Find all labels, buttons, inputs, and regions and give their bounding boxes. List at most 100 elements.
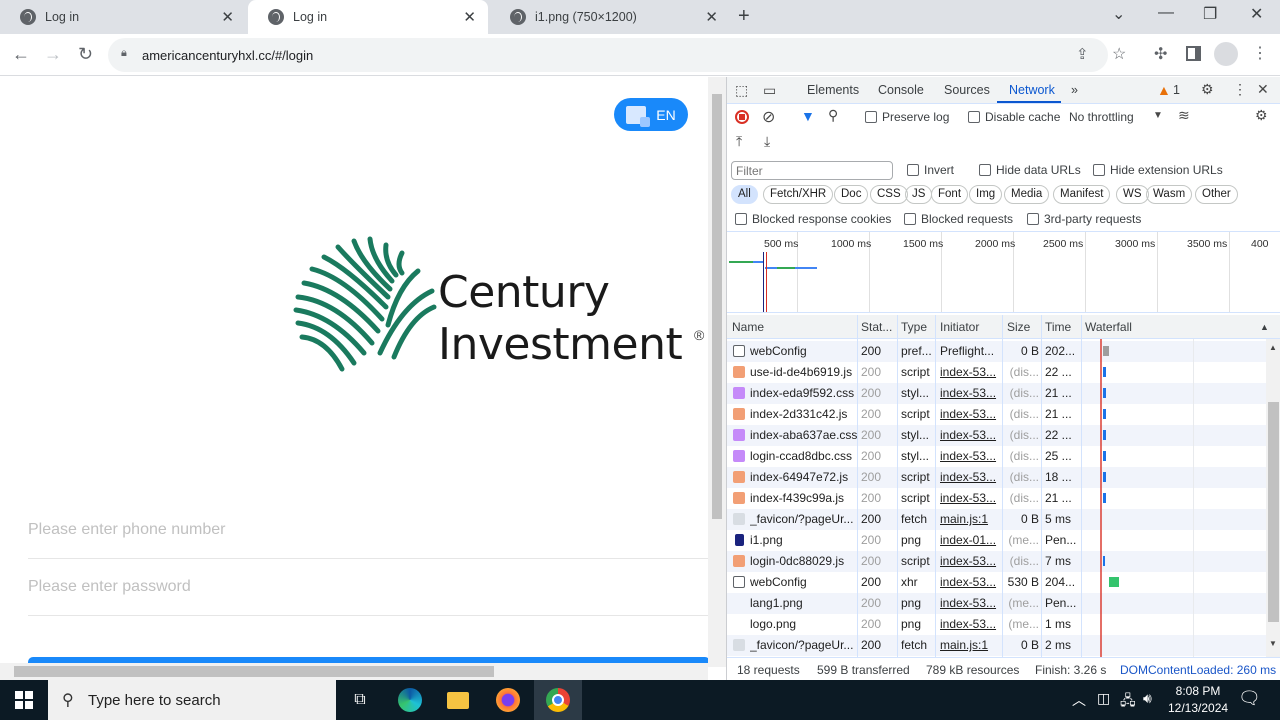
- chip-img[interactable]: Img: [969, 185, 1003, 204]
- hide-extension-urls-checkbox[interactable]: Hide extension URLs: [1093, 163, 1223, 177]
- close-tab-icon[interactable]: ✕: [705, 8, 718, 26]
- chrome-app[interactable]: [534, 680, 582, 720]
- task-view-button[interactable]: ⧉: [336, 680, 384, 720]
- forward-button[interactable]: →: [44, 44, 62, 65]
- network-row[interactable]: logo.png 200 png index-53... (me... 1 ms: [727, 614, 1267, 635]
- network-row[interactable]: webConfig 200 xhr index-53... 530 B 204...: [727, 572, 1267, 593]
- new-tab-button[interactable]: +: [738, 5, 750, 28]
- chip-doc[interactable]: Doc: [834, 185, 869, 204]
- export-har-icon[interactable]: ⤓: [764, 133, 770, 150]
- phone-input[interactable]: [28, 502, 710, 558]
- cell-initiator[interactable]: main.js:1: [940, 638, 1000, 652]
- clock[interactable]: 8:08 PM 12/13/2024: [1168, 683, 1228, 717]
- clear-icon[interactable]: ⊘: [762, 107, 775, 127]
- network-row[interactable]: use-id-de4b6919.js 200 script index-53... (d…: [727, 362, 1267, 383]
- network-row[interactable]: webConfig 200 pref... Preflight... 0 B 202...: [727, 341, 1267, 362]
- hide-data-urls-checkbox[interactable]: Hide data URLs: [979, 163, 1081, 177]
- restore-button[interactable]: ❐: [1203, 4, 1217, 24]
- chip-ws[interactable]: WS: [1116, 185, 1149, 204]
- network-row[interactable]: _favicon/?pageUr... 200 fetch main.js:1 0 B 2…: [727, 635, 1267, 656]
- network-row[interactable]: index-aba637ae.css 200 styl... index-53... (…: [727, 425, 1267, 446]
- tab-network[interactable]: Network: [1009, 83, 1055, 97]
- password-input[interactable]: [28, 559, 710, 615]
- network-row[interactable]: login-0dc88029.js 200 script index-53... (di…: [727, 551, 1267, 572]
- scroll-thumb[interactable]: [1268, 402, 1279, 622]
- third-party-requests-checkbox[interactable]: 3rd-party requests: [1027, 212, 1141, 226]
- tab-elements[interactable]: Elements: [807, 83, 859, 97]
- tab-login-1[interactable]: Log in ✕: [0, 0, 246, 34]
- page-vertical-scroll-thumb[interactable]: [712, 94, 722, 519]
- device-toolbar-icon[interactable]: ▭: [763, 82, 776, 99]
- bookmark-star-icon[interactable]: ☆: [1112, 44, 1126, 64]
- chip-js[interactable]: JS: [905, 185, 933, 204]
- more-tabs-button[interactable]: »: [1071, 83, 1078, 97]
- profile-avatar[interactable]: [1214, 42, 1238, 66]
- column-time[interactable]: Time: [1045, 320, 1071, 334]
- extensions-icon[interactable]: ✣: [1154, 44, 1167, 64]
- url-text[interactable]: americancenturyhxl.cc/#/login: [142, 48, 313, 63]
- cell-initiator[interactable]: index-53...: [940, 386, 1000, 400]
- close-tab-icon[interactable]: ✕: [463, 8, 476, 26]
- tab-sources[interactable]: Sources: [944, 83, 990, 97]
- network-row[interactable]: i1.png 200 png index-01... (me... Pen...: [727, 530, 1267, 551]
- network-table-scrollbar[interactable]: ▲ ▼: [1266, 339, 1280, 657]
- language-button[interactable]: EN: [614, 98, 688, 131]
- tray-overflow-icon[interactable]: ︿: [1072, 690, 1086, 710]
- close-devtools-icon[interactable]: ✕: [1257, 81, 1269, 98]
- cell-initiator[interactable]: index-53...: [940, 365, 1000, 379]
- chip-font[interactable]: Font: [931, 185, 969, 204]
- close-window-button[interactable]: ✕: [1250, 4, 1263, 24]
- network-row[interactable]: index-64947e72.js 200 script index-53... (di…: [727, 467, 1267, 488]
- tab-console[interactable]: Console: [878, 83, 924, 97]
- cell-initiator[interactable]: index-01...: [940, 533, 1000, 547]
- page-horizontal-scroll-thumb[interactable]: [14, 666, 494, 677]
- start-button[interactable]: [0, 680, 48, 720]
- scroll-up-icon[interactable]: ▲: [1269, 343, 1277, 352]
- filter-input[interactable]: [731, 161, 893, 180]
- record-button[interactable]: [735, 110, 749, 124]
- chip-fetch-xhr[interactable]: Fetch/XHR: [763, 185, 834, 204]
- warning-icon[interactable]: ▲: [1157, 82, 1171, 98]
- chip-wasm[interactable]: Wasm: [1146, 185, 1193, 204]
- devtools-menu-icon[interactable]: ⋮: [1233, 81, 1247, 98]
- throttling-select[interactable]: No throttling: [1069, 110, 1134, 124]
- meet-now-icon[interactable]: ◫: [1097, 690, 1110, 707]
- network-overview[interactable]: 500 ms 1000 ms 1500 ms 2000 ms 2500 ms 3…: [727, 231, 1280, 313]
- network-row[interactable]: index-eda9f592.css 200 styl... index-53... (…: [727, 383, 1267, 404]
- cell-initiator[interactable]: index-53...: [940, 617, 1000, 631]
- chip-other[interactable]: Other: [1195, 185, 1238, 204]
- network-row[interactable]: index-f439c99a.js 200 script index-53... (di…: [727, 488, 1267, 509]
- network-icon[interactable]: 🖧︎: [1120, 690, 1136, 714]
- disable-cache-checkbox[interactable]: Disable cache: [968, 110, 1060, 124]
- network-row[interactable]: lang1.png 200 png index-53... (me... Pen...: [727, 593, 1267, 614]
- network-conditions-icon[interactable]: ≋: [1178, 107, 1190, 124]
- sort-ascending-icon[interactable]: ▲: [1260, 322, 1269, 332]
- tab-login-2[interactable]: Log in ✕: [248, 0, 488, 34]
- cell-initiator[interactable]: index-53...: [940, 428, 1000, 442]
- throttling-dropdown-icon[interactable]: ▼: [1153, 110, 1163, 121]
- blocked-requests-checkbox[interactable]: Blocked requests: [904, 212, 1013, 226]
- edge-app[interactable]: [386, 680, 434, 720]
- chip-css[interactable]: CSS: [870, 185, 908, 204]
- side-panel-icon[interactable]: [1186, 46, 1201, 61]
- column-waterfall[interactable]: Waterfall: [1085, 320, 1132, 334]
- scroll-down-icon[interactable]: ▼: [1269, 639, 1277, 648]
- filter-icon[interactable]: ▼: [801, 108, 815, 124]
- notifications-icon[interactable]: 🗨︎: [1238, 688, 1261, 709]
- cell-initiator[interactable]: index-53...: [940, 470, 1000, 484]
- back-button[interactable]: ←: [12, 44, 30, 65]
- volume-icon[interactable]: 🔊︎: [1143, 690, 1152, 707]
- cell-initiator[interactable]: index-53...: [940, 575, 1000, 589]
- column-status[interactable]: Stat...: [861, 320, 892, 334]
- reload-button[interactable]: ↻: [78, 44, 93, 65]
- preserve-log-checkbox[interactable]: Preserve log: [865, 110, 949, 124]
- file-explorer-app[interactable]: [434, 680, 482, 720]
- taskbar-search[interactable]: ⚲ Type here to search: [48, 680, 336, 720]
- settings-icon[interactable]: ⚙: [1201, 81, 1214, 98]
- cell-initiator[interactable]: index-53...: [940, 491, 1000, 505]
- column-type[interactable]: Type: [901, 320, 927, 334]
- cell-initiator[interactable]: index-53...: [940, 554, 1000, 568]
- column-size[interactable]: Size: [1007, 320, 1030, 334]
- network-row[interactable]: login-ccad8dbc.css 200 styl... index-53... (…: [727, 446, 1267, 467]
- address-bar[interactable]: 🔒︎ americancenturyhxl.cc/#/login ⇪ ☆: [108, 38, 1126, 72]
